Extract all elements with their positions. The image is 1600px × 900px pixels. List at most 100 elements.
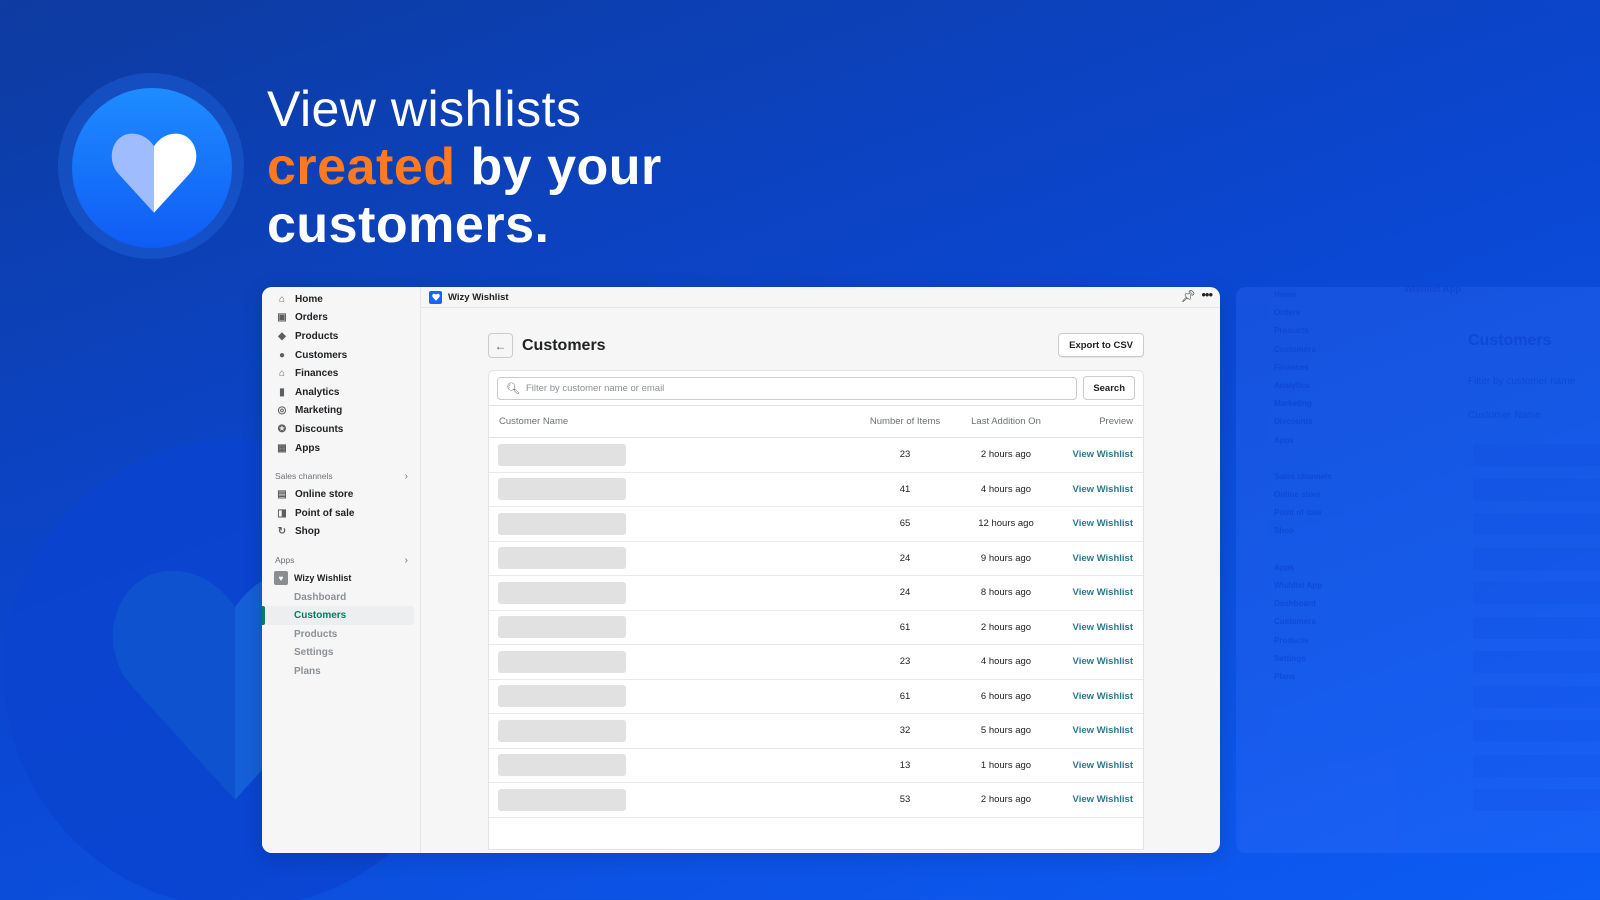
pin-icon[interactable]: 📌︎	[1181, 289, 1196, 303]
back-button[interactable]: ←	[488, 333, 513, 358]
customer-name-cell	[489, 650, 859, 673]
app-subitem-products[interactable]: Products	[262, 625, 420, 644]
app-subitem-dashboard[interactable]: Dashboard	[262, 588, 420, 607]
ghost-row	[1473, 513, 1600, 535]
ghost-sidebar-item: Discounts	[1274, 417, 1313, 427]
column-header-preview: Preview	[1099, 416, 1133, 427]
ghost-sidebar-item: Plans	[1274, 671, 1296, 681]
last-addition-cell: 2 hours ago	[980, 621, 1032, 633]
ghost-sidebar: Home Orders Products Customers Finances Analy…	[1274, 290, 1332, 690]
store-icon: ▤	[277, 489, 287, 501]
sidebar-item-shop[interactable]: ↻ Shop	[262, 523, 420, 542]
preview-cell: View Wishlist	[1061, 794, 1143, 805]
ghost-row	[1473, 547, 1600, 570]
sidebar-app-wizy-wishlist[interactable]: ♥ Wizy Wishlist	[262, 569, 420, 588]
headline-line-2-rest: by your	[455, 138, 662, 196]
search-bar: 🔍︎ Filter by customer name or email Sear…	[489, 371, 1143, 406]
view-wishlist-link[interactable]: View Wishlist	[1073, 587, 1133, 598]
redacted-customer-name	[498, 443, 626, 466]
orders-icon: ▣	[277, 312, 287, 324]
preview-cell: View Wishlist	[1061, 587, 1143, 598]
sidebar-item-orders[interactable]: ▣ Orders	[262, 309, 420, 328]
customers-card: 🔍︎ Filter by customer name or email Sear…	[488, 370, 1144, 850]
ghost-row	[1473, 754, 1600, 777]
sidebar-item-marketing[interactable]: ◎ Marketing	[262, 402, 420, 421]
sidebar-item-discounts[interactable]: ✪ Discounts	[262, 420, 420, 439]
sidebar-item-analytics[interactable]: ▮ Analytics	[262, 383, 420, 402]
headline-line-2: created by your	[267, 138, 662, 196]
view-wishlist-link[interactable]: View Wishlist	[1073, 691, 1133, 702]
items-count-cell: 24	[899, 552, 911, 564]
sidebar-item-finances[interactable]: ⌂ Finances	[262, 364, 420, 383]
column-header-customer-name[interactable]: Customer Name	[489, 416, 859, 427]
redacted-customer-name	[498, 685, 626, 708]
ghost-sidebar-item: Sales channels	[1274, 471, 1332, 481]
ghost-app-window: Home Orders Products Customers Finances Analy…	[1236, 284, 1600, 853]
view-wishlist-link[interactable]: View Wishlist	[1073, 518, 1133, 529]
table-row: 53 2 hours ago View Wishlist	[489, 783, 1143, 818]
table-body: 23 2 hours ago View Wishlist 41 4 hours ago V…	[489, 438, 1143, 818]
preview-cell: View Wishlist	[1061, 518, 1143, 529]
table-row: 32 5 hours ago View Wishlist	[489, 714, 1143, 749]
redacted-customer-name	[498, 512, 626, 535]
sidebar-item-home[interactable]: ⌂ Home	[262, 290, 420, 309]
sidebar-item-customers[interactable]: ● Customers	[262, 346, 420, 365]
view-wishlist-link[interactable]: View Wishlist	[1073, 725, 1133, 736]
chevron-right-icon[interactable]: ›	[405, 471, 408, 482]
preview-cell: View Wishlist	[1061, 725, 1143, 736]
sidebar-item-apps[interactable]: ▦ Apps	[262, 439, 420, 458]
headline-accent: created	[267, 138, 456, 196]
customer-name-cell	[489, 754, 859, 777]
sales-channels-header[interactable]: Sales channels ›	[262, 467, 420, 485]
sidebar-item-products[interactable]: ◆ Products	[262, 327, 420, 346]
preview-cell: View Wishlist	[1061, 656, 1143, 667]
ghost-sidebar-item: Dashboard	[1274, 599, 1316, 609]
view-wishlist-link[interactable]: View Wishlist	[1073, 484, 1133, 495]
ghost-row	[1473, 651, 1600, 673]
view-wishlist-link[interactable]: View Wishlist	[1073, 449, 1133, 460]
sidebar-item-online-store[interactable]: ▤ Online store	[262, 485, 420, 504]
preview-cell: View Wishlist	[1061, 553, 1143, 564]
shop-icon: ↻	[277, 526, 287, 538]
app-subnav: Dashboard Customers Products Settings Plans	[262, 588, 420, 681]
column-header-number-of-items[interactable]: Number of Items	[859, 416, 951, 427]
ghost-row	[1473, 582, 1600, 604]
search-button[interactable]: Search	[1083, 376, 1135, 400]
table-row: 65 12 hours ago View Wishlist	[489, 507, 1143, 542]
last-addition-cell: 2 hours ago	[980, 449, 1032, 461]
table-row: 13 1 hours ago View Wishlist	[489, 749, 1143, 783]
items-count-cell: 53	[899, 794, 911, 806]
search-input[interactable]: 🔍︎ Filter by customer name or email	[497, 376, 1078, 400]
customer-name-cell	[489, 788, 859, 811]
ghost-sidebar-item: Analytics	[1274, 380, 1310, 390]
more-icon[interactable]: •••	[1201, 287, 1213, 302]
redacted-customer-name	[498, 581, 626, 604]
view-wishlist-link[interactable]: View Wishlist	[1073, 622, 1133, 633]
last-addition-cell: 4 hours ago	[980, 656, 1032, 668]
table-row: 61 6 hours ago View Wishlist	[489, 680, 1143, 714]
items-count-cell: 13	[899, 759, 911, 771]
app-subitem-settings[interactable]: Settings	[262, 644, 420, 663]
page-header: ← Customers Export to CSV	[488, 332, 1144, 359]
apps-header[interactable]: Apps ›	[262, 551, 420, 569]
view-wishlist-link[interactable]: View Wishlist	[1073, 760, 1133, 771]
chevron-right-icon[interactable]: ›	[405, 555, 408, 566]
view-wishlist-link[interactable]: View Wishlist	[1073, 794, 1133, 805]
export-csv-button[interactable]: Export to CSV	[1058, 333, 1144, 357]
app-subitem-customers[interactable]: Customers	[262, 606, 414, 625]
view-wishlist-link[interactable]: View Wishlist	[1073, 656, 1133, 667]
sidebar: ⌂ Home ▣ Orders ◆ Products ● Customers ⌂ Finances…	[262, 287, 421, 853]
ghost-sidebar-item: Point of sale	[1274, 508, 1322, 518]
sidebar-item-label: Shop	[295, 526, 320, 538]
heart-icon	[111, 133, 197, 213]
redacted-customer-name	[498, 547, 626, 570]
page-content: ← Customers Export to CSV 🔍︎ Filter by c…	[488, 332, 1144, 850]
column-header-last-addition[interactable]: Last Addition On	[951, 416, 1061, 427]
sidebar-item-point-of-sale[interactable]: ◨ Point of sale	[262, 504, 420, 523]
ghost-sidebar-item: Wishlist App	[1274, 581, 1323, 590]
app-subitem-plans[interactable]: Plans	[262, 662, 420, 681]
apps-label: Apps	[275, 555, 295, 566]
preview-cell: View Wishlist	[1061, 449, 1143, 460]
view-wishlist-link[interactable]: View Wishlist	[1073, 553, 1133, 564]
home-icon: ⌂	[278, 293, 286, 305]
